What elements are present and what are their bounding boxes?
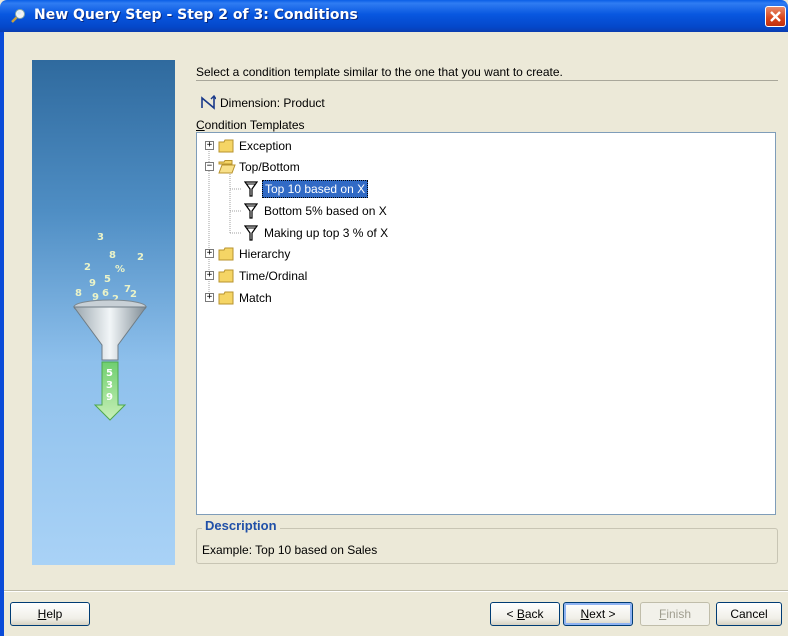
folder-icon (218, 247, 234, 261)
finish-button-label: Finish (658, 607, 692, 621)
tree-node-label: Top/Bottom (239, 160, 300, 174)
tree-node-label: Making up top 3 % of X (264, 226, 389, 240)
funnel-icon (244, 181, 258, 197)
window-frame (0, 32, 4, 636)
folder-icon (218, 291, 234, 305)
tree-node-label: Time/Ordinal (239, 269, 308, 283)
condition-templates-tree[interactable]: + Exception − Top/Bottom Top 10 based on… (196, 132, 776, 515)
folder-icon (218, 139, 234, 153)
close-icon (770, 11, 781, 22)
close-button[interactable] (765, 6, 786, 27)
folder-icon (218, 269, 234, 283)
tree-node-label: Bottom 5% based on X (264, 204, 387, 218)
expand-icon[interactable]: + (205, 141, 214, 150)
funnel-icon (244, 225, 258, 241)
svg-text:2: 2 (84, 262, 91, 273)
back-button[interactable]: < Back (490, 602, 560, 626)
svg-text:9: 9 (106, 392, 113, 403)
tree-node-match[interactable]: + Match (205, 289, 405, 307)
instructions-divider (196, 80, 778, 81)
svg-text:3: 3 (97, 232, 104, 243)
tree-node-label: Match (239, 291, 272, 305)
svg-text:2: 2 (130, 289, 137, 300)
query-step-icon (11, 9, 25, 23)
cancel-button[interactable]: Cancel (716, 602, 782, 626)
svg-text:%: % (115, 264, 125, 275)
funnel-icon (244, 203, 258, 219)
description-title: Description (202, 518, 280, 533)
collapse-icon[interactable]: − (205, 162, 214, 171)
dialog-window: New Query Step - Step 2 of 3: Conditions… (0, 0, 788, 636)
svg-text:6: 6 (102, 288, 109, 299)
window-title: New Query Step - Step 2 of 3: Conditions (34, 7, 358, 23)
tree-node-top-10[interactable]: Top 10 based on X (244, 180, 444, 198)
instructions-text: Select a condition template similar to t… (196, 65, 563, 79)
tree-node-label: Top 10 based on X (262, 180, 369, 198)
dimension-label: Dimension: Product (220, 96, 325, 110)
svg-text:8: 8 (75, 288, 82, 299)
svg-text:8: 8 (109, 250, 116, 261)
description-text: Example: Top 10 based on Sales (202, 543, 378, 557)
finish-button[interactable]: Finish (640, 602, 710, 626)
funnel-illustration: 3 8 2 2 % 9 5 6 7 2 9 2 8 5 3 9 (73, 232, 147, 421)
tree-node-label: Hierarchy (239, 247, 291, 261)
expand-icon[interactable]: + (205, 293, 214, 302)
dimension-icon (201, 94, 216, 110)
wizard-side-image: 3 8 2 2 % 9 5 6 7 2 9 2 8 5 3 9 (32, 60, 175, 565)
next-button[interactable]: Next > (563, 602, 633, 626)
svg-text:5: 5 (104, 274, 111, 285)
svg-text:5: 5 (106, 368, 113, 379)
tree-node-bottom-5[interactable]: Bottom 5% based on X (244, 202, 464, 220)
tree-node-making-up-top-3[interactable]: Making up top 3 % of X (244, 224, 464, 242)
expand-icon[interactable]: + (205, 249, 214, 258)
button-bar-divider (4, 590, 788, 592)
back-button-label: < Back (506, 607, 544, 621)
tree-node-hierarchy[interactable]: + Hierarchy (205, 245, 405, 263)
tree-node-time-ordinal[interactable]: + Time/Ordinal (205, 267, 405, 285)
svg-text:3: 3 (106, 380, 113, 391)
help-button[interactable]: Help (10, 602, 90, 626)
svg-text:2: 2 (137, 252, 144, 263)
tree-node-label: Exception (239, 139, 292, 153)
tree-node-exception[interactable]: + Exception (205, 137, 405, 155)
tree-node-top-bottom[interactable]: − Top/Bottom (205, 158, 405, 176)
svg-text:9: 9 (89, 278, 96, 289)
condition-templates-label: Condition Templates (196, 118, 305, 132)
title-bar[interactable]: New Query Step - Step 2 of 3: Conditions (0, 0, 788, 32)
expand-icon[interactable]: + (205, 271, 214, 280)
help-button-label: Help (37, 607, 63, 621)
open-folder-icon (218, 160, 236, 174)
next-button-label: Next > (580, 607, 616, 621)
